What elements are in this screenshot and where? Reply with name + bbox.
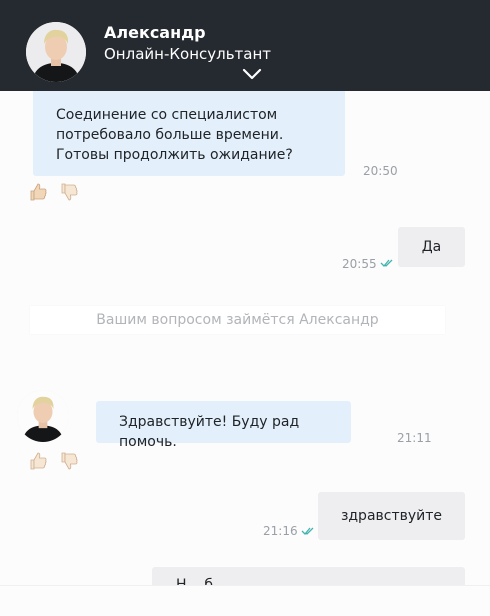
message-line: Готовы продолжить ожидание? [56, 147, 293, 163]
thumbs-up-icon[interactable] [29, 451, 47, 471]
chevron-down-icon[interactable] [242, 68, 262, 80]
operator-role: Онлайн-Консультант [104, 45, 272, 63]
chat-widget: Александр Онлайн-Консультант Соединение … [0, 0, 490, 616]
message-time: 20:50 [363, 164, 398, 178]
system-notice: Вашим вопросом займётся Александр [30, 306, 445, 334]
operator-avatar [17, 390, 69, 442]
operator-avatar-icon [26, 22, 86, 82]
message-time: 21:16 [263, 524, 298, 538]
incoming-message: Здравствуйте! Буду рад помочь. [96, 401, 351, 450]
outgoing-message: Да [398, 227, 465, 267]
message-text: Н... б... [176, 577, 227, 585]
double-check-icon [380, 259, 393, 267]
message-line: потребовало больше времени. [56, 127, 284, 143]
message-text: здравствуйте [340, 508, 443, 524]
chat-header: Александр Онлайн-Консультант [0, 0, 490, 91]
message-time: 21:11 [397, 431, 432, 445]
thumbs-up-icon[interactable] [29, 182, 47, 202]
message-text: Здравствуйте! Буду рад помочь. [119, 414, 300, 450]
incoming-message: Соединение со специалистом потребовало б… [33, 91, 345, 176]
message-text: Да [421, 239, 442, 255]
input-area[interactable] [0, 585, 490, 616]
operator-avatar-icon [17, 390, 69, 442]
double-check-icon [301, 527, 314, 535]
message-line: Соединение со специалистом [56, 107, 278, 123]
outgoing-message-partial: Н... б... [152, 567, 465, 585]
message-time: 20:55 [342, 257, 377, 271]
outgoing-message: здравствуйте [318, 492, 465, 540]
operator-name: Александр [104, 23, 206, 42]
operator-avatar [26, 22, 86, 82]
thumbs-down-icon[interactable] [60, 182, 78, 202]
thumbs-down-icon[interactable] [60, 451, 78, 471]
